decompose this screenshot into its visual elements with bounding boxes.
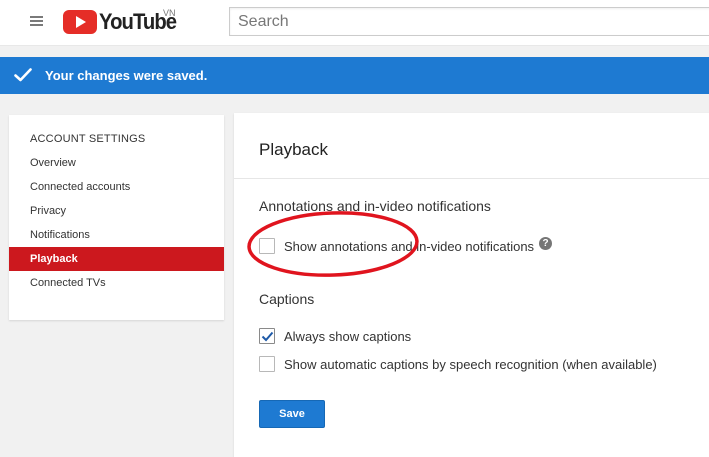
settings-sidebar: ACCOUNT SETTINGS Overview Connected acco… [9, 115, 224, 320]
banner-message: Your changes were saved. [45, 68, 208, 83]
sidebar-heading: ACCOUNT SETTINGS [30, 133, 146, 145]
sidebar-item-connected-accounts[interactable]: Connected accounts [9, 175, 224, 199]
sidebar-item-overview[interactable]: Overview [9, 151, 224, 175]
playback-panel: Playback Annotations and in-video notifi… [234, 113, 709, 457]
automatic-captions-label: Show automatic captions by speech recogn… [284, 356, 657, 372]
hamburger-menu-icon[interactable] [30, 14, 50, 30]
saved-banner: Your changes were saved. [0, 57, 709, 94]
checkmark-icon [14, 68, 32, 82]
question-circle-icon[interactable]: ? [539, 236, 553, 250]
automatic-captions-checkbox[interactable] [259, 356, 275, 372]
sidebar-item-privacy[interactable]: Privacy [9, 199, 224, 223]
region-label: VN [163, 8, 176, 18]
sidebar-item-notifications[interactable]: Notifications [9, 223, 224, 247]
top-header: YouTube VN [0, 0, 709, 46]
page-title: Playback [259, 140, 328, 159]
always-show-captions-label: Always show captions [284, 328, 412, 344]
annotations-section-title: Annotations and in-video notifications [259, 198, 491, 214]
always-show-captions-checkbox[interactable] [259, 328, 275, 344]
checkmark-icon [261, 331, 274, 342]
title-divider [234, 178, 709, 179]
annotations-option[interactable]: Show annotations and in-video notificati… [259, 236, 553, 255]
annotations-option-label: Show annotations and in-video notificati… [284, 238, 535, 254]
always-show-captions-option[interactable]: Always show captions [259, 327, 411, 345]
search-box[interactable] [229, 7, 709, 36]
search-input[interactable] [230, 8, 709, 35]
automatic-captions-option[interactable]: Show automatic captions by speech recogn… [259, 355, 657, 373]
sidebar-item-playback[interactable]: Playback [9, 247, 224, 271]
captions-section-title: Captions [259, 291, 315, 307]
sidebar-item-connected-tvs[interactable]: Connected TVs [9, 271, 224, 295]
save-button[interactable]: Save [259, 400, 325, 428]
annotations-checkbox[interactable] [259, 238, 275, 254]
play-logo-icon [63, 10, 97, 34]
